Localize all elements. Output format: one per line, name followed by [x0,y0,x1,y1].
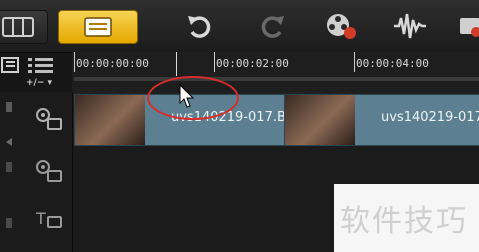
list-icon [28,58,53,73]
auto-music-button[interactable] [456,10,479,42]
redo-button[interactable] [254,10,290,42]
track-toggle-icon [1,57,19,73]
film-reel-record-icon [327,14,356,39]
time-label: 00:00:04:00 [356,57,429,70]
undo-button[interactable] [182,10,218,42]
mouse-cursor-icon [179,84,195,108]
track-list-button[interactable] [26,54,56,78]
timeline-view-button[interactable] [58,10,138,44]
redo-icon [261,16,284,38]
add-remove-tracks-control[interactable]: +/− ▾ [26,77,66,89]
track-header-panel: T [0,92,73,252]
clip-thumbnail [75,95,145,145]
overlay-track-icon[interactable] [32,158,64,184]
clip-label: uvs140219-017 [381,110,479,125]
waveform-icon [394,13,426,39]
time-label: 00:00:00:00 [76,57,149,70]
video-track-icon[interactable] [32,106,64,132]
undo-icon [188,16,211,38]
watermark-text: 软件技巧 [340,204,468,239]
time-label: 00:00:02:00 [216,57,289,70]
main-toolbar [0,0,479,53]
ruler-tick [214,52,215,72]
film-strip-icon [2,17,34,37]
svg-text:T: T [35,209,46,228]
ruler-tick [354,52,355,72]
title-track-icon[interactable]: T [32,206,64,232]
preview-range-bar[interactable] [74,77,479,81]
clip-thumbnail [285,95,355,145]
record-capture-button[interactable] [320,10,364,42]
playhead[interactable] [176,52,177,76]
timeline-icon [84,17,112,37]
storyboard-view-button[interactable] [0,10,48,44]
time-ruler[interactable]: 00:00:00:00 00:00:02:00 00:00:04:00 [72,52,479,93]
audio-mixer-button[interactable] [392,10,428,42]
video-clip[interactable]: uvs140219-017 [284,94,479,146]
track-side-markers [6,102,12,228]
ruler-tick [74,52,75,72]
music-icon [460,18,479,37]
watermark-box: 软件技巧 [334,184,479,252]
track-manager-toggle[interactable] [0,56,22,74]
